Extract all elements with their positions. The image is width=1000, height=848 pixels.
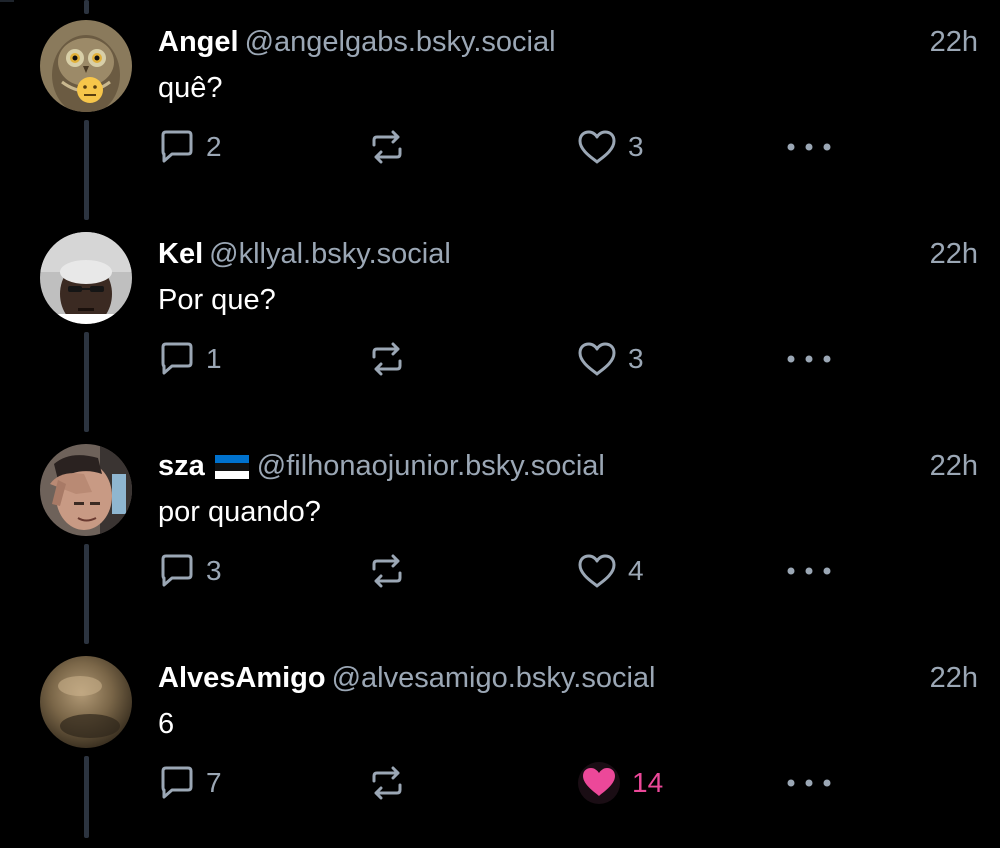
post-actions: 2 3 [0, 112, 1000, 182]
like-icon [578, 342, 616, 376]
more-options-button[interactable] [785, 112, 833, 182]
post-actions: 3 4 [0, 536, 1000, 606]
more-icon [787, 355, 831, 363]
avatar[interactable] [40, 444, 132, 536]
like-count: 3 [628, 343, 644, 374]
repost-button[interactable] [368, 324, 406, 394]
reply-count: 7 [206, 767, 222, 798]
reply-button[interactable]: 2 [158, 112, 222, 182]
like-count: 3 [628, 131, 644, 162]
repost-button[interactable] [368, 536, 406, 606]
author-handle[interactable]: @kllyal.bsky.social [209, 238, 451, 270]
reply-button[interactable]: 3 [158, 536, 222, 606]
timestamp[interactable]: 22h [930, 234, 978, 274]
repost-icon [372, 554, 402, 588]
author-handle[interactable]: @alvesamigo.bsky.social [332, 662, 656, 694]
author-name[interactable]: Angel [158, 26, 239, 58]
like-count: 14 [632, 767, 664, 798]
timestamp[interactable]: 22h [930, 658, 978, 698]
author-name[interactable]: sza [158, 450, 205, 482]
post-text: quê? [158, 72, 223, 104]
post[interactable]: sza @filhonaojunior.bsky.social 22h por q… [0, 424, 1000, 636]
author-handle[interactable]: @filhonaojunior.bsky.social [257, 450, 605, 482]
post-actions: 7 14 [0, 748, 1000, 818]
reply-count: 3 [206, 555, 222, 586]
post-header: Kel @kllyal.bsky.social [158, 234, 451, 274]
like-icon [578, 554, 616, 588]
like-button[interactable]: 3 [576, 112, 644, 182]
post[interactable]: AlvesAmigo @alvesamigo.bsky.social 22h 6 … [0, 636, 1000, 848]
like-button[interactable]: 14 [576, 748, 663, 818]
repost-icon [372, 342, 402, 376]
like-icon [578, 130, 616, 164]
timestamp[interactable]: 22h [930, 446, 978, 486]
reply-count: 2 [206, 131, 222, 162]
author-name[interactable]: AlvesAmigo [158, 662, 326, 694]
post[interactable]: Kel @kllyal.bsky.social 22h Por que? 1 3 [0, 212, 1000, 424]
more-options-button[interactable] [785, 536, 833, 606]
reply-count: 1 [206, 343, 222, 374]
reply-button[interactable]: 7 [158, 748, 222, 818]
post[interactable]: Angel @angelgabs.bsky.social 22h quê? 2 3 [0, 0, 1000, 212]
post-text: Por que? [158, 284, 276, 316]
more-icon [787, 779, 831, 787]
reply-icon [161, 130, 193, 163]
reply-icon [161, 766, 193, 799]
post-text: 6 [158, 708, 175, 740]
repost-icon [372, 130, 402, 164]
more-options-button[interactable] [785, 324, 833, 394]
reply-icon [161, 342, 193, 375]
repost-icon [372, 766, 402, 800]
author-name[interactable]: Kel [158, 238, 203, 270]
more-options-button[interactable] [785, 748, 833, 818]
repost-button[interactable] [368, 748, 406, 818]
timestamp[interactable]: 22h [930, 22, 978, 62]
repost-button[interactable] [368, 112, 406, 182]
post-header: AlvesAmigo @alvesamigo.bsky.social [158, 658, 655, 698]
post-text: por quando? [158, 496, 321, 528]
like-button[interactable]: 4 [576, 536, 644, 606]
avatar[interactable] [40, 656, 132, 748]
avatar[interactable] [40, 20, 132, 112]
estonia-flag-icon [214, 455, 249, 480]
avatar[interactable] [40, 232, 132, 324]
like-icon [578, 762, 620, 804]
author-handle[interactable]: @angelgabs.bsky.social [245, 26, 556, 58]
reply-button[interactable]: 1 [158, 324, 222, 394]
reply-icon [161, 554, 193, 587]
like-button[interactable]: 3 [576, 324, 644, 394]
post-header: Angel @angelgabs.bsky.social [158, 22, 556, 62]
more-icon [787, 567, 831, 575]
post-header: sza @filhonaojunior.bsky.social [158, 446, 605, 486]
more-icon [787, 143, 831, 151]
like-count: 4 [628, 555, 644, 586]
post-actions: 1 3 [0, 324, 1000, 394]
